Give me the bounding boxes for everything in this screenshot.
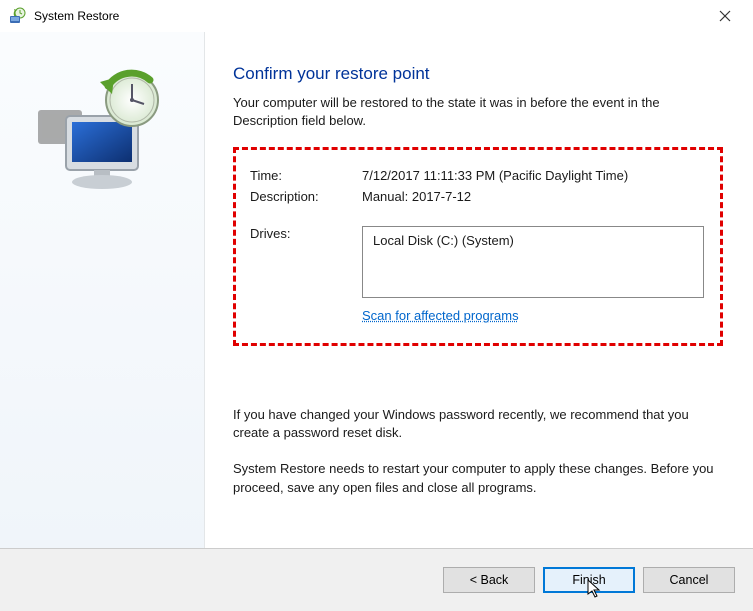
system-restore-illustration [32, 68, 172, 198]
scan-affected-programs-link[interactable]: Scan for affected programs [362, 308, 519, 323]
content-area: Confirm your restore point Your computer… [0, 32, 753, 548]
finish-button[interactable]: Finish [543, 567, 635, 593]
restore-details-highlight: Time: 7/12/2017 11:11:33 PM (Pacific Day… [233, 147, 723, 346]
drives-listbox[interactable]: Local Disk (C:) (System) [362, 226, 704, 298]
drives-label: Drives: [250, 226, 362, 298]
button-bar: < Back Finish Cancel [0, 548, 753, 611]
close-button[interactable] [705, 2, 745, 30]
back-button[interactable]: < Back [443, 567, 535, 593]
system-restore-icon [8, 7, 26, 25]
cancel-button[interactable]: Cancel [643, 567, 735, 593]
password-note: If you have changed your Windows passwor… [233, 406, 723, 442]
time-value: 7/12/2017 11:11:33 PM (Pacific Daylight … [362, 168, 704, 183]
titlebar: System Restore [0, 0, 753, 32]
description-value: Manual: 2017-7-12 [362, 189, 704, 204]
sidebar-image-panel [0, 32, 205, 548]
window-title: System Restore [34, 9, 705, 23]
drives-item: Local Disk (C:) (System) [373, 233, 514, 248]
main-panel: Confirm your restore point Your computer… [205, 32, 753, 548]
page-subtext: Your computer will be restored to the st… [233, 94, 723, 129]
time-label: Time: [250, 168, 362, 183]
description-label: Description: [250, 189, 362, 204]
restart-note: System Restore needs to restart your com… [233, 460, 723, 496]
page-heading: Confirm your restore point [233, 64, 723, 84]
